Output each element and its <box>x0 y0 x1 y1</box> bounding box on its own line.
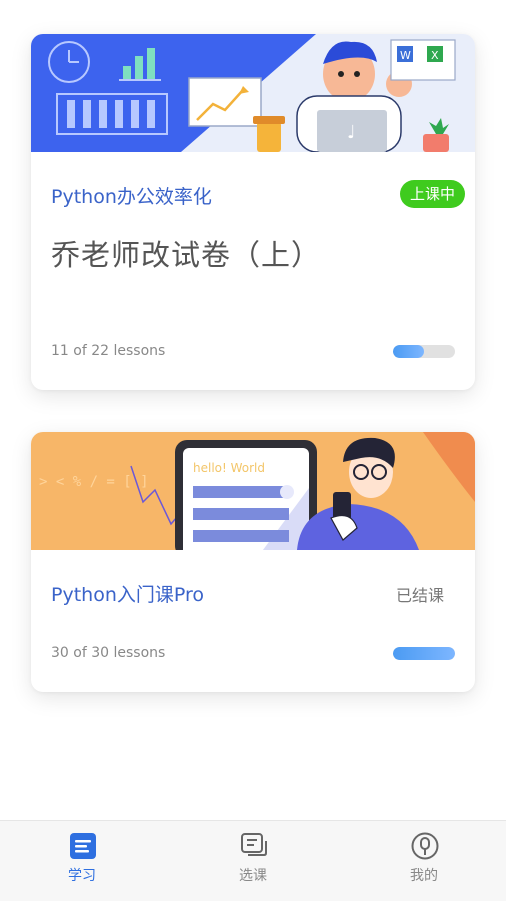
course-card-python-office[interactable]: ♩ W X Python办公效率化 上课中 乔老师改试卷（上） 11 of 22… <box>31 34 475 390</box>
tab-label: 选课 <box>239 868 267 884</box>
bottom-tab-bar: 学习 选课 我的 <box>0 820 506 901</box>
tab-label: 学习 <box>68 868 96 884</box>
svg-text:♩: ♩ <box>347 122 356 143</box>
tab-label: 我的 <box>410 868 438 884</box>
course-banner-illustration: ♩ W X <box>31 34 475 152</box>
tab-select-course[interactable]: 选课 <box>193 821 313 901</box>
course-banner-illustration: > < % / = [ ] hello! World <box>31 432 475 550</box>
course-name: Python入门课Pro <box>51 584 205 606</box>
progress-bar <box>393 647 455 660</box>
book-icon <box>70 833 96 859</box>
progress-bar <box>393 345 455 358</box>
code-symbols-decoration: > < % / = [ ] <box>39 474 149 490</box>
excel-icon-label: X <box>431 49 439 62</box>
progress-text: 11 of 22 lessons <box>51 343 166 359</box>
tab-mine[interactable]: 我的 <box>364 821 484 901</box>
progress-bar-fill <box>393 345 424 358</box>
status-text-finished: 已结课 <box>395 586 444 605</box>
progress-text: 30 of 30 lessons <box>51 645 166 661</box>
tab-study[interactable]: 学习 <box>22 821 142 901</box>
word-icon-label: W <box>400 49 411 62</box>
course-name: Python办公效率化 <box>51 186 212 208</box>
hello-world-text: hello! World <box>193 461 265 475</box>
lesson-title: 乔老师改试卷（上） <box>51 238 322 272</box>
course-card-python-intro[interactable]: > < % / = [ ] hello! World Python入门课Pro … <box>31 432 475 692</box>
status-badge-in-progress: 上课中 <box>399 180 465 208</box>
profile-icon <box>411 832 439 860</box>
progress-bar-fill <box>393 647 455 660</box>
course-list-icon <box>241 833 267 856</box>
